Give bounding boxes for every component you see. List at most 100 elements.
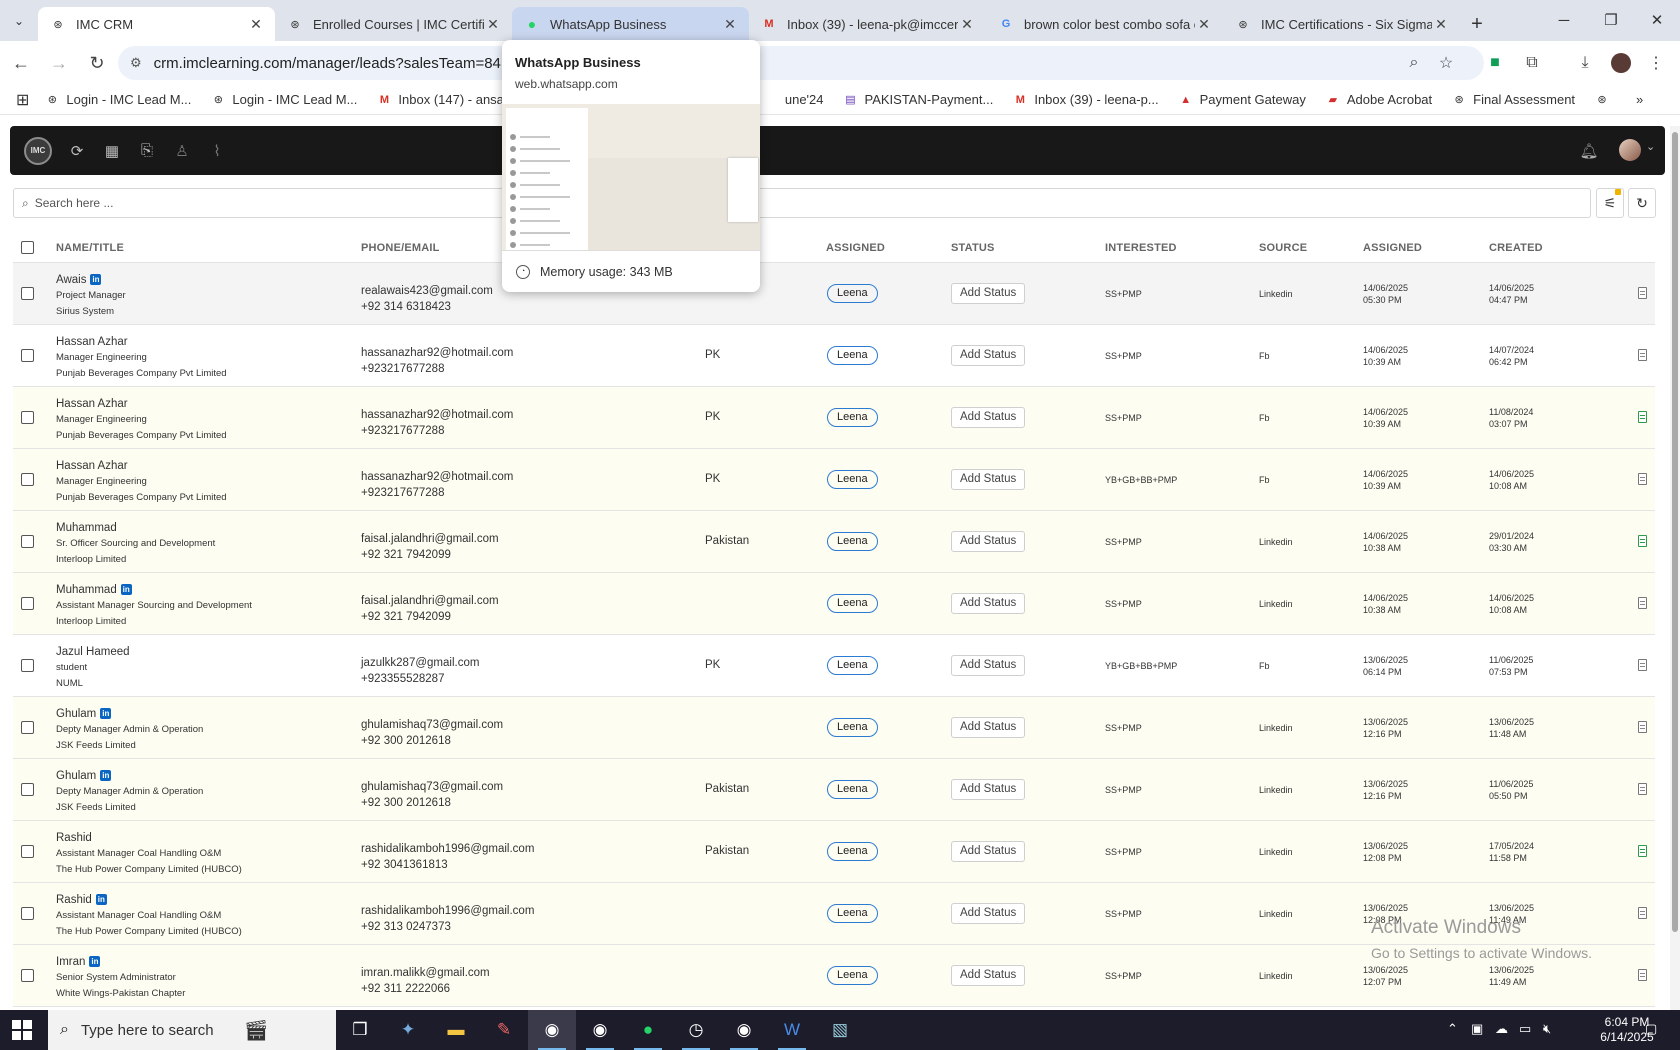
lead-name[interactable]: Jazul Hameed xyxy=(56,646,130,658)
row-checkbox[interactable] xyxy=(21,969,34,982)
table-row[interactable]: Ghulam in Depty Manager Admin & Operation J… xyxy=(13,697,1655,759)
search-input[interactable] xyxy=(34,196,1590,210)
vertical-scrollbar[interactable] xyxy=(1670,126,1680,1010)
row-checkbox[interactable] xyxy=(21,411,34,424)
lead-name[interactable]: Ghulam xyxy=(56,708,96,720)
add-status-button[interactable]: Add Status xyxy=(951,531,1026,552)
close-icon[interactable]: ✕ xyxy=(958,16,976,33)
table-row[interactable]: Awais in Project Manager Sirius System reala… xyxy=(13,263,1655,325)
column-header-assigned-date[interactable]: ASSIGNED xyxy=(1363,242,1422,254)
select-all-checkbox[interactable] xyxy=(21,241,34,254)
lead-name[interactable]: Imran xyxy=(56,956,85,968)
file-explorer-icon[interactable]: ▬ xyxy=(432,1010,480,1050)
lead-name[interactable]: Ghulam xyxy=(56,770,96,782)
bookmark-item[interactable]: ⊛ Login - IMC Lead M... xyxy=(211,92,358,107)
lead-name[interactable]: Muhammad xyxy=(56,584,117,596)
document-icon[interactable] xyxy=(1638,473,1647,485)
bookmark-item[interactable]: une'24 xyxy=(785,92,824,107)
activity-pulse-icon[interactable]: ⌇ xyxy=(202,136,232,166)
refresh-button[interactable]: ↻ xyxy=(1628,188,1656,218)
tray-chevron-up-icon[interactable]: ⌃ xyxy=(1447,1021,1458,1037)
close-icon[interactable]: ✕ xyxy=(1195,16,1213,33)
extension-green-icon[interactable]: ■ xyxy=(1483,51,1507,75)
bookmark-item[interactable]: ▰ Adobe Acrobat xyxy=(1326,92,1433,107)
add-status-button[interactable]: Add Status xyxy=(951,779,1026,800)
linkedin-icon[interactable]: in xyxy=(120,584,132,595)
tab-imc-certifications[interactable]: ⊛ IMC Certifications - Six Sigma C ✕ xyxy=(1223,7,1460,41)
assigned-badge[interactable]: Leena xyxy=(827,966,878,985)
assigned-badge[interactable]: Leena xyxy=(827,594,878,613)
tab-whatsapp-business[interactable]: ● WhatsApp Business ✕ xyxy=(512,7,749,41)
bookmark-item[interactable]: ⊛ Final Assessment xyxy=(1452,92,1575,107)
table-row[interactable]: Hassan Azhar Manager Engineering Punjab Be… xyxy=(13,387,1655,449)
assigned-badge[interactable]: Leena xyxy=(827,718,878,737)
avatar[interactable] xyxy=(1619,139,1641,161)
add-status-button[interactable]: Add Status xyxy=(951,965,1026,986)
chrome-alt-icon[interactable]: ◉ xyxy=(720,1010,768,1050)
add-status-button[interactable]: Add Status xyxy=(951,345,1026,366)
document-icon[interactable] xyxy=(1638,721,1647,733)
column-header-interested[interactable]: INTERESTED xyxy=(1105,242,1177,254)
minimize-icon[interactable]: ─ xyxy=(1541,0,1587,40)
linkedin-icon[interactable]: in xyxy=(100,708,112,719)
restore-icon[interactable]: ❐ xyxy=(1588,0,1634,40)
window-close-icon[interactable]: ✕ xyxy=(1634,0,1680,40)
assigned-badge[interactable]: Leena xyxy=(827,842,878,861)
clock-app-icon[interactable]: ◷ xyxy=(672,1010,720,1050)
document-icon[interactable] xyxy=(1638,845,1647,857)
close-icon[interactable]: ✕ xyxy=(247,16,265,33)
column-header-created[interactable]: CREATED xyxy=(1489,242,1543,254)
document-swap-icon[interactable]: ⎘ xyxy=(132,136,162,166)
calculator-icon[interactable]: ▧ xyxy=(816,1010,864,1050)
document-icon[interactable] xyxy=(1638,597,1647,609)
bookmark-item[interactable]: ▤ PAKISTAN-Payment... xyxy=(844,92,993,107)
tray-app-icon[interactable]: ▣ xyxy=(1471,1021,1483,1037)
row-checkbox[interactable] xyxy=(21,783,34,796)
add-status-button[interactable]: Add Status xyxy=(951,593,1026,614)
table-row[interactable]: Muhammad in Assistant Manager Sourcing and… xyxy=(13,573,1655,635)
table-row[interactable]: Rashid Assistant Manager Coal Handling O&… xyxy=(13,821,1655,883)
row-checkbox[interactable] xyxy=(21,349,34,362)
chevron-down-icon[interactable]: ⌄ xyxy=(1646,140,1655,153)
document-icon[interactable] xyxy=(1638,907,1647,919)
more-bookmarks-chevron-icon[interactable]: » xyxy=(1636,92,1643,107)
add-status-button[interactable]: Add Status xyxy=(951,469,1026,490)
add-status-button[interactable]: Add Status xyxy=(951,841,1026,862)
lead-name[interactable]: Rashid xyxy=(56,894,92,906)
apps-grid-icon[interactable]: ⊞ xyxy=(16,90,29,110)
pinned-app-icon[interactable]: ✎ xyxy=(480,1010,528,1050)
table-row[interactable]: Hassan Azhar Manager Engineering Punjab Be… xyxy=(13,325,1655,387)
user-icon[interactable]: ♙ xyxy=(167,136,197,166)
column-header-source[interactable]: SOURCE xyxy=(1259,242,1307,254)
volume-muted-icon[interactable]: 🔇︎ xyxy=(1543,1021,1551,1037)
scrollbar-thumb[interactable] xyxy=(1672,132,1678,932)
chrome-profile-icon[interactable]: ◉ xyxy=(576,1010,624,1050)
reload-icon[interactable]: ↻ xyxy=(80,46,114,80)
column-header-assigned[interactable]: ASSIGNED xyxy=(826,242,885,254)
bookmark-item[interactable]: M Inbox (39) - leena-p... xyxy=(1013,92,1159,107)
column-header-phone-email[interactable]: PHONE/EMAIL xyxy=(361,242,440,254)
document-icon[interactable] xyxy=(1638,535,1647,547)
assigned-badge[interactable]: Leena xyxy=(827,656,878,675)
assigned-badge[interactable]: Leena xyxy=(827,780,878,799)
row-checkbox[interactable] xyxy=(21,659,34,672)
imc-logo[interactable]: IMC xyxy=(24,136,52,165)
row-checkbox[interactable] xyxy=(21,535,34,548)
taskbar-search[interactable]: ⌕ Type here to search 🎬︎ xyxy=(48,1010,336,1050)
row-checkbox[interactable] xyxy=(21,721,34,734)
copilot-icon[interactable]: ✦ xyxy=(384,1010,432,1050)
task-view-icon[interactable]: ❒ xyxy=(336,1010,384,1050)
windows-start-icon[interactable] xyxy=(12,1020,32,1040)
network-icon[interactable]: ▭ xyxy=(1519,1021,1531,1037)
linkedin-icon[interactable]: in xyxy=(90,274,102,285)
assigned-badge[interactable]: Leena xyxy=(827,470,878,489)
bookmark-item[interactable]: ⊛ Login - IMC Lead M... xyxy=(45,92,192,107)
bookmark-item[interactable]: ⊛ xyxy=(1595,93,1616,107)
document-icon[interactable] xyxy=(1638,659,1647,671)
assigned-badge[interactable]: Leena xyxy=(827,408,878,427)
close-icon[interactable]: ✕ xyxy=(484,16,502,33)
linkedin-icon[interactable]: in xyxy=(95,894,107,905)
add-status-button[interactable]: Add Status xyxy=(951,407,1026,428)
tab-inbox[interactable]: M Inbox (39) - leena-pk@imccerti ✕ xyxy=(749,7,986,41)
column-header-name[interactable]: NAME/TITLE xyxy=(56,242,124,254)
